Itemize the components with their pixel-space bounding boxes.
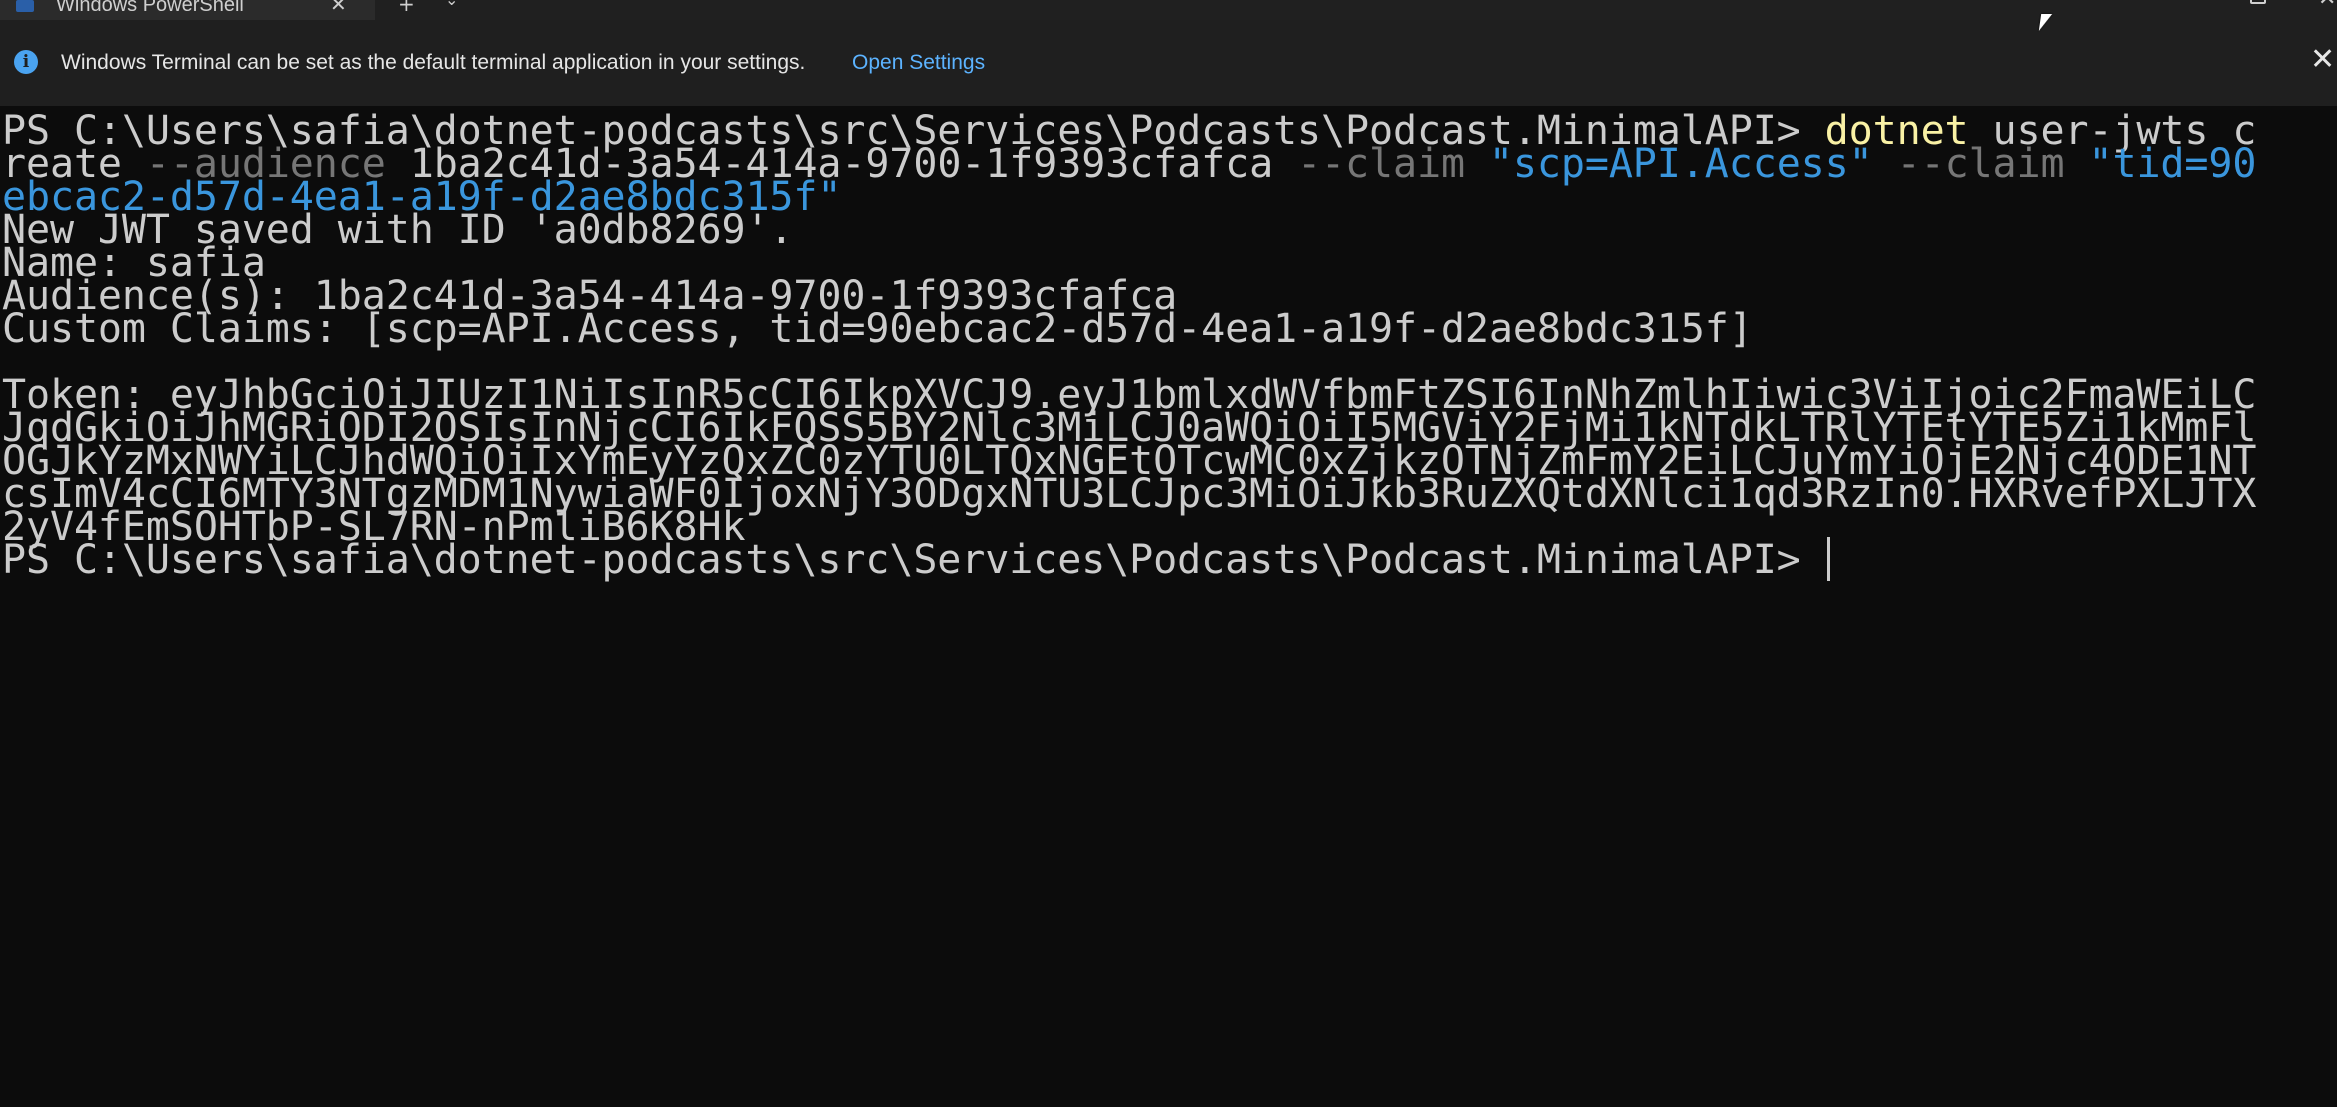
claim-parameter: --claim [1896, 141, 2065, 187]
info-icon: i [14, 50, 38, 74]
text-cursor [1826, 537, 1830, 581]
restore-window-icon[interactable] [2250, 0, 2266, 4]
close-window-icon[interactable]: ✕ [2318, 0, 2336, 11]
new-tab-button[interactable]: + [398, 0, 415, 16]
powershell-icon [16, 0, 34, 12]
prompt: PS C:\Users\safia\dotnet-podcasts\src\Se… [2, 537, 1825, 583]
claim-parameter: --claim [1297, 141, 1465, 187]
tab-title: Windows PowerShell [56, 0, 244, 16]
tab-bar: Windows PowerShell ✕ + ⌄ ✕ [0, 0, 2337, 20]
output-line: Custom Claims: [scp=API.Access, tid=90eb… [2, 306, 1753, 352]
chevron-down-icon[interactable]: ⌄ [445, 0, 458, 9]
open-settings-link[interactable]: Open Settings [852, 51, 985, 75]
info-bar: i Windows Terminal can be set as the def… [0, 20, 2337, 106]
info-message: Windows Terminal can be set as the defau… [61, 51, 806, 74]
tab-close-icon[interactable]: ✕ [330, 0, 347, 16]
tab-windows-powershell[interactable]: Windows PowerShell ✕ [0, 0, 375, 20]
final-prompt-line[interactable]: PS C:\Users\safia\dotnet-podcasts\src\Se… [2, 535, 1830, 585]
terminal-output[interactable]: PS C:\Users\safia\dotnet-podcasts\src\Se… [0, 106, 2337, 1107]
close-infobar-icon[interactable]: ✕ [2310, 42, 2335, 77]
claim-value: "tid=90 [2064, 141, 2257, 187]
claim-value: "scp=API.Access" [1464, 141, 1897, 187]
